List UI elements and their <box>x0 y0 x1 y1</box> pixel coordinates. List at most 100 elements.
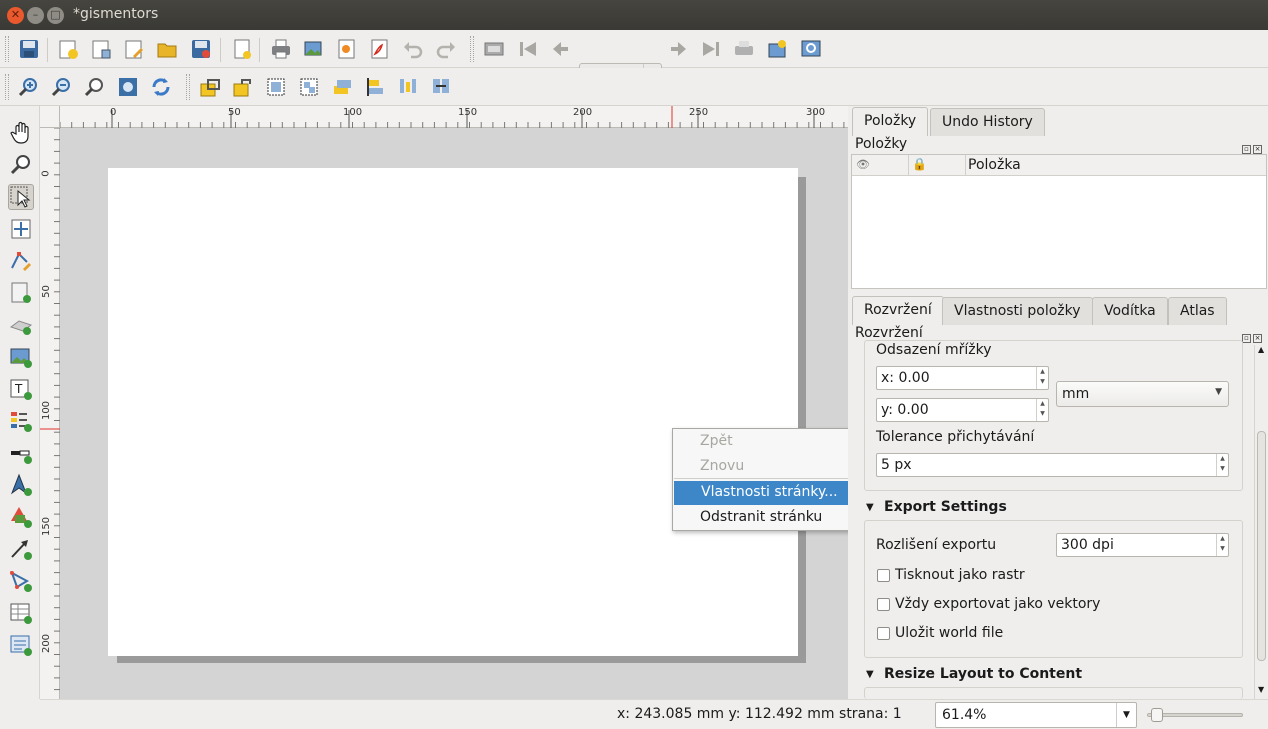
zoom-tool-icon[interactable] <box>8 152 34 178</box>
grid-offset-y-field[interactable]: y: 0.00 ▲ ▼ <box>876 398 1049 422</box>
align-left-icon[interactable] <box>362 74 388 100</box>
atlas-settings-icon[interactable] <box>798 36 824 62</box>
new-composer-icon[interactable] <box>55 36 81 62</box>
move-content-icon[interactable] <box>8 216 34 242</box>
chevron-down-icon[interactable]: ▼ <box>1116 703 1136 727</box>
add-node-item-icon[interactable] <box>8 568 34 594</box>
item-column-header[interactable]: Položka <box>968 157 1021 173</box>
add-north-arrow-icon[interactable] <box>8 472 34 498</box>
zoom-full-icon[interactable] <box>115 74 141 100</box>
grid-offset-x-field[interactable]: x: 0.00 ▲ ▼ <box>876 366 1049 390</box>
snap-tolerance-field[interactable]: 5 px ▲ ▼ <box>876 453 1229 477</box>
composer-manager-icon[interactable] <box>121 36 147 62</box>
add-attribute-table-icon[interactable] <box>8 600 34 626</box>
save-template-icon[interactable] <box>188 36 214 62</box>
add-picture-icon[interactable] <box>8 344 34 370</box>
add-scalebar-icon[interactable] <box>8 440 34 466</box>
scroll-up-icon[interactable]: ▲ <box>1258 345 1264 354</box>
toolbar-grip[interactable] <box>5 36 9 62</box>
scrollbar-thumb[interactable] <box>1257 431 1266 661</box>
tab-item-properties[interactable]: Vlastnosti položky <box>942 297 1093 325</box>
eye-icon[interactable]: 👁 <box>856 158 870 171</box>
menu-item-page-properties[interactable]: Vlastnosti stránky... <box>674 481 865 505</box>
raise-items-icon[interactable] <box>329 74 355 100</box>
zoom-combobox[interactable]: 61.4% ▼ <box>935 702 1137 728</box>
last-feature-icon[interactable] <box>698 36 724 62</box>
zoom-in-icon[interactable] <box>16 74 42 100</box>
spin-arrows-icon[interactable]: ▲ ▼ <box>1216 534 1228 556</box>
items-panel-title: Položky <box>855 136 908 152</box>
tab-guides[interactable]: Vodítka <box>1092 297 1168 325</box>
undo-icon[interactable] <box>400 36 426 62</box>
spin-arrows-icon[interactable]: ▲ ▼ <box>1216 454 1228 476</box>
layout-dock-buttons[interactable]: ▫ × <box>1240 328 1264 343</box>
export-pdf-icon[interactable] <box>367 36 393 62</box>
print-icon[interactable] <box>268 36 294 62</box>
scroll-down-icon[interactable]: ▼ <box>1258 685 1264 694</box>
distribute-icon[interactable] <box>395 74 421 100</box>
float-icon[interactable]: ▫ <box>1242 334 1251 343</box>
close-icon[interactable]: × <box>1253 334 1262 343</box>
edit-nodes-icon[interactable] <box>8 248 34 274</box>
float-icon[interactable]: ▫ <box>1242 145 1251 154</box>
lock-items-icon[interactable] <box>197 74 223 100</box>
save-world-file-checkbox[interactable] <box>877 627 890 640</box>
maximize-window-button[interactable]: □ <box>47 7 64 24</box>
ungroup-icon[interactable] <box>296 74 322 100</box>
redo-icon[interactable] <box>433 36 459 62</box>
layout-page[interactable] <box>108 168 798 656</box>
export-resolution-field[interactable]: 300 dpi ▲ ▼ <box>1056 533 1229 557</box>
zoom-actual-icon[interactable] <box>82 74 108 100</box>
close-window-button[interactable]: ✕ <box>7 7 24 24</box>
export-image-icon[interactable] <box>301 36 327 62</box>
collapse-triangle-icon[interactable]: ▼ <box>866 502 874 513</box>
pan-icon[interactable] <box>8 120 34 146</box>
resize-icon[interactable] <box>428 74 454 100</box>
tab-layout[interactable]: Rozvržení <box>852 296 944 325</box>
add-label-icon[interactable]: T <box>8 376 34 402</box>
previous-feature-icon[interactable] <box>548 36 574 62</box>
zoom-out-icon[interactable] <box>49 74 75 100</box>
items-dock-buttons[interactable]: ▫ × <box>1240 139 1264 154</box>
add-3d-map-icon[interactable] <box>8 312 34 338</box>
collapse-triangle-icon[interactable]: ▼ <box>866 669 874 680</box>
add-map-icon[interactable] <box>8 280 34 306</box>
atlas-export-icon[interactable] <box>765 36 791 62</box>
open-template-icon[interactable] <box>154 36 180 62</box>
export-svg-icon[interactable] <box>334 36 360 62</box>
menu-item-remove-page[interactable]: Odstranit stránku <box>673 506 866 530</box>
refresh-icon[interactable] <box>148 74 174 100</box>
export-settings-title[interactable]: Export Settings <box>884 499 1007 515</box>
atlas-print-icon[interactable] <box>731 36 757 62</box>
zoom-slider-handle[interactable] <box>1151 708 1164 722</box>
resize-layout-title[interactable]: Resize Layout to Content <box>884 666 1082 682</box>
tab-atlas[interactable]: Atlas <box>1168 297 1227 325</box>
add-page-icon[interactable] <box>229 36 255 62</box>
next-feature-icon[interactable] <box>665 36 691 62</box>
add-arrow-icon[interactable] <box>8 536 34 562</box>
layout-panel-scrollbar[interactable]: ▲ ▼ <box>1254 345 1268 699</box>
vertical-ruler[interactable]: 0 50 100 150 200 <box>40 128 60 699</box>
spin-arrows-icon[interactable]: ▲ ▼ <box>1036 399 1048 421</box>
add-legend-icon[interactable] <box>8 408 34 434</box>
grid-unit-select[interactable]: mm ▼ <box>1056 381 1229 407</box>
unlock-items-icon[interactable] <box>230 74 256 100</box>
close-icon[interactable]: × <box>1253 145 1262 154</box>
first-feature-icon[interactable] <box>515 36 541 62</box>
tab-undo-history[interactable]: Undo History <box>930 108 1045 136</box>
spin-arrows-icon[interactable]: ▲ ▼ <box>1036 367 1048 389</box>
lock-icon[interactable]: 🔒 <box>912 157 927 171</box>
add-html-frame-icon[interactable] <box>8 632 34 658</box>
atlas-preview-icon[interactable] <box>481 36 507 62</box>
save-icon[interactable] <box>16 36 42 62</box>
horizontal-ruler[interactable]: 0 50 100 150 200 250 300 <box>60 106 848 128</box>
always-export-vectors-checkbox[interactable] <box>877 598 890 611</box>
svg-text:T: T <box>14 382 23 396</box>
print-as-raster-checkbox[interactable] <box>877 569 890 582</box>
duplicate-composer-icon[interactable] <box>88 36 114 62</box>
add-shape-icon[interactable] <box>8 504 34 530</box>
group-icon[interactable] <box>263 74 289 100</box>
minimize-window-button[interactable]: – <box>27 7 44 24</box>
tab-items[interactable]: Položky <box>852 107 929 136</box>
select-move-item-icon[interactable] <box>8 184 34 210</box>
